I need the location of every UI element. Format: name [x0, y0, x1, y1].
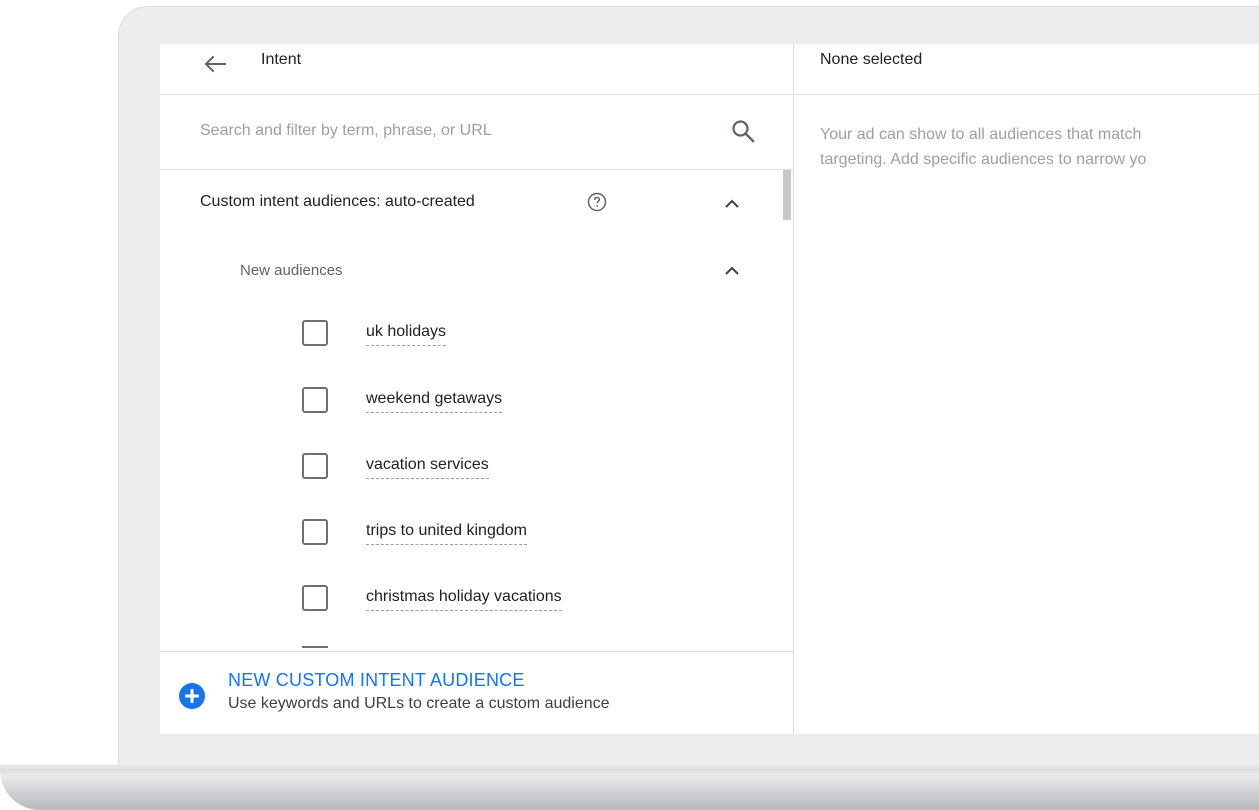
- list-item[interactable]: weekend getaways: [300, 381, 760, 421]
- description-line: targeting. Add specific audiences to nar…: [820, 151, 1147, 168]
- laptop-base-edge: [0, 765, 1259, 769]
- checkbox[interactable]: [302, 453, 328, 479]
- subsection-label: New audiences: [240, 262, 343, 279]
- help-icon[interactable]: [586, 191, 608, 213]
- selection-header: None selected: [794, 44, 1259, 95]
- item-label: weekend getaways: [366, 388, 503, 413]
- search-input[interactable]: [200, 117, 720, 145]
- arrow-back-icon[interactable]: [200, 49, 230, 79]
- checkbox[interactable]: [302, 585, 328, 611]
- selection-description: Your ad can show to all audiences that m…: [820, 122, 1259, 172]
- new-audience-footer: NEW CUSTOM INTENT AUDIENCE Use keywords …: [160, 651, 793, 734]
- item-label: uk holidays: [366, 321, 447, 346]
- search-icon[interactable]: [728, 116, 758, 146]
- list-item[interactable]: christmas holiday vacations: [300, 579, 760, 619]
- new-custom-intent-audience-button[interactable]: NEW CUSTOM INTENT AUDIENCE: [228, 668, 525, 692]
- section-header-custom-intent[interactable]: Custom intent audiences: auto-created: [200, 184, 760, 220]
- checkbox[interactable]: [302, 320, 328, 346]
- list-item[interactable]: vacation services: [300, 447, 760, 487]
- item-label: vacation services: [366, 454, 489, 479]
- list-item[interactable]: uk holidays: [300, 314, 760, 354]
- checkbox-partial[interactable]: [302, 646, 328, 650]
- subsection-header-new-audiences[interactable]: New audiences: [240, 252, 760, 288]
- description-line: Your ad can show to all audiences that m…: [820, 126, 1142, 143]
- item-label: christmas holiday vacations: [366, 586, 562, 611]
- checkbox[interactable]: [302, 519, 328, 545]
- selection-panel: None selected Your ad can show to all au…: [794, 44, 1259, 734]
- section-label: Custom intent audiences: auto-created: [200, 193, 475, 210]
- chevron-up-icon[interactable]: [722, 261, 742, 281]
- search-bar: [160, 95, 793, 170]
- footer-description: Use keywords and URLs to create a custom…: [228, 695, 610, 712]
- scrollbar-thumb[interactable]: [783, 170, 791, 220]
- add-circle-icon[interactable]: [176, 680, 208, 712]
- panel-header: Intent: [160, 44, 793, 95]
- item-label: trips to united kingdom: [366, 520, 527, 545]
- screen: Intent Custom intent audiences: auto-cre…: [160, 44, 1259, 734]
- selection-title: None selected: [820, 51, 923, 68]
- checkbox[interactable]: [302, 387, 328, 413]
- laptop-base: [0, 765, 1259, 810]
- list-item[interactable]: trips to united kingdom: [300, 513, 760, 553]
- audience-list[interactable]: Custom intent audiences: auto-created Ne…: [160, 170, 793, 650]
- audience-browser-panel: Intent Custom intent audiences: auto-cre…: [160, 44, 794, 734]
- panel-title: Intent: [261, 51, 302, 68]
- chevron-up-icon[interactable]: [722, 194, 742, 214]
